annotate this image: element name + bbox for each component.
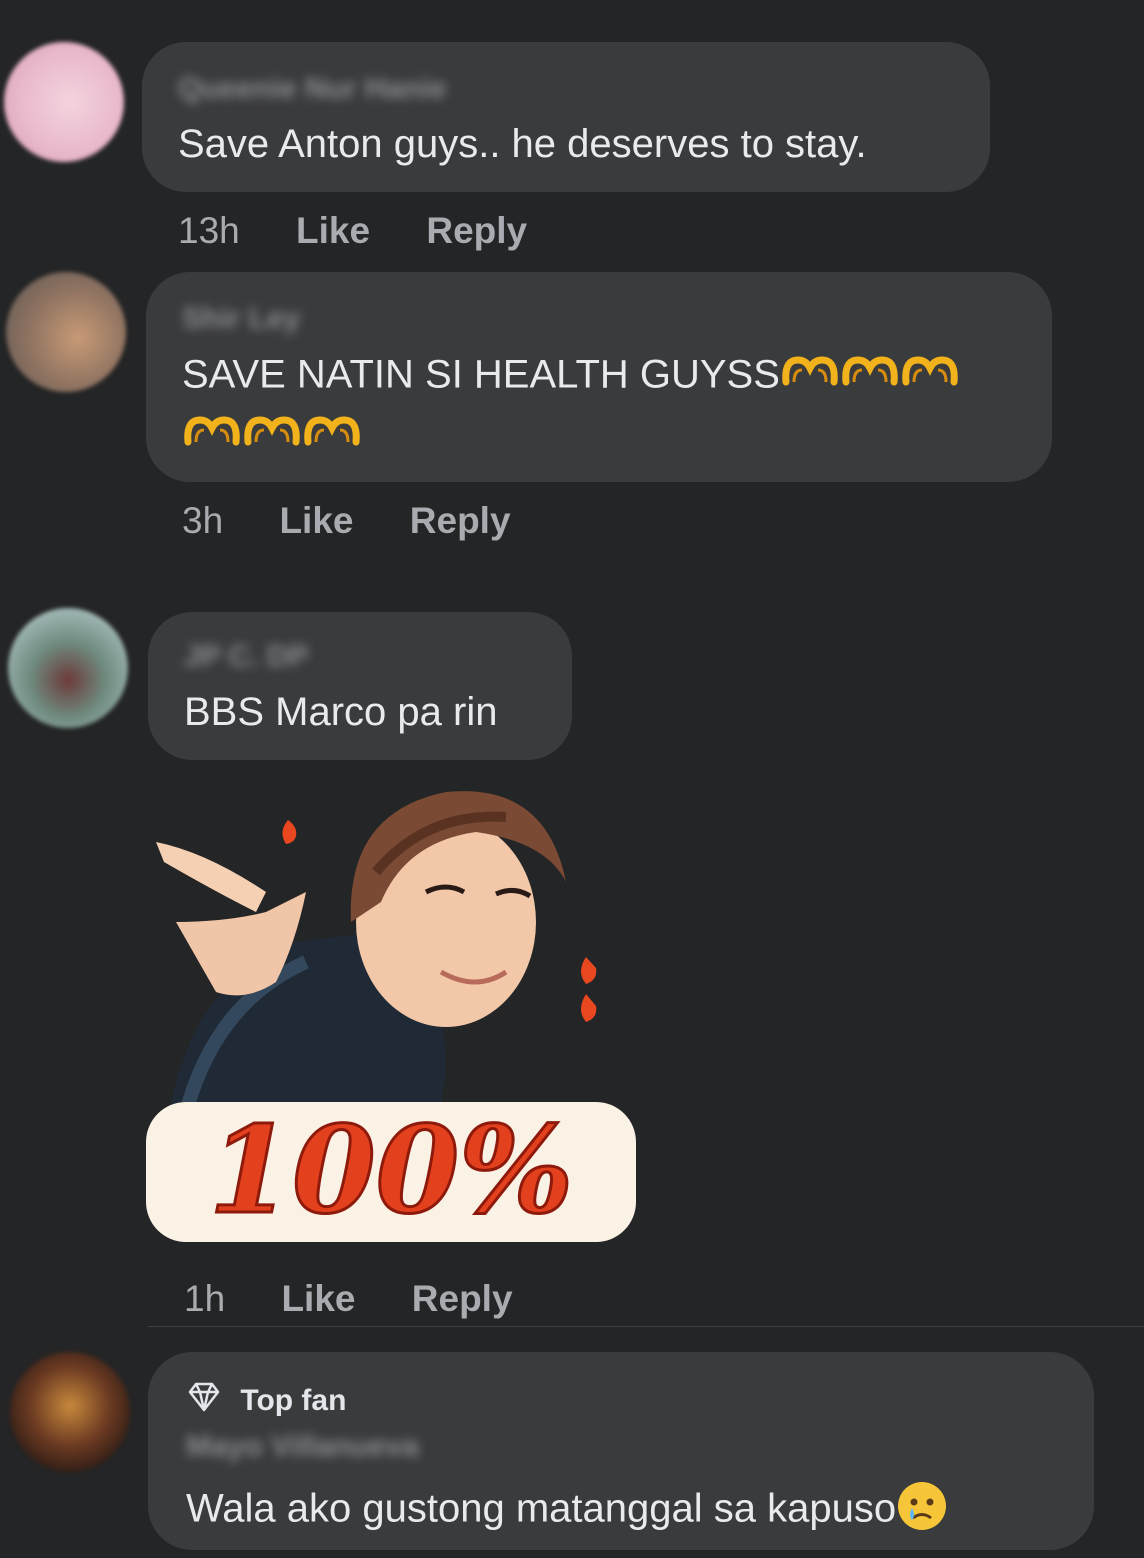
divider	[148, 1326, 1144, 1327]
comment-actions: 1h Like Reply	[184, 1278, 513, 1320]
like-button[interactable]: Like	[296, 210, 370, 251]
crying-face-emoji	[896, 1480, 948, 1542]
reply-button[interactable]: Reply	[426, 210, 527, 251]
sticker-text: 100%	[209, 1100, 574, 1241]
like-button[interactable]: Like	[279, 500, 353, 541]
heart-hands-emoji	[840, 352, 900, 402]
heart-hands-emoji	[242, 412, 302, 462]
top-fan-label: Top fan	[240, 1384, 347, 1417]
comment-actions: 3h Like Reply	[182, 500, 511, 542]
comment-text-emoji-line	[182, 412, 362, 462]
like-button[interactable]: Like	[281, 1278, 355, 1319]
comment-bubble	[148, 612, 572, 760]
heart-hands-emoji	[780, 352, 840, 402]
comment-time: 1h	[184, 1278, 226, 1319]
comment-text-content: Wala ako gustong matanggal sa kapuso	[186, 1486, 897, 1531]
comment-author[interactable]: Shir Ley	[182, 302, 300, 336]
comment-text: SAVE NATIN SI HEALTH GUYSS	[182, 352, 960, 402]
comment-time: 13h	[178, 210, 240, 251]
comment-bubble	[142, 42, 990, 192]
top-fan-badge: Top fan	[186, 1382, 346, 1420]
diamond-icon	[186, 1382, 222, 1420]
avatar[interactable]	[10, 1352, 130, 1472]
comment-text: BBS Marco pa rin	[184, 690, 498, 734]
pointing-character-sticker[interactable]: 100%	[146, 772, 646, 1252]
comment-time: 3h	[182, 500, 224, 541]
heart-hands-emoji	[900, 352, 960, 402]
heart-hands-emoji	[302, 412, 362, 462]
avatar[interactable]	[6, 272, 126, 392]
heart-hands-emoji	[182, 412, 242, 462]
comment-actions: 13h Like Reply	[178, 210, 527, 252]
comment-text-content: SAVE NATIN SI HEALTH GUYSS	[182, 352, 780, 397]
comment-author[interactable]: Queenie Nur Hanie	[178, 72, 446, 106]
comment-text: Wala ako gustong matanggal sa kapuso	[186, 1480, 948, 1542]
avatar[interactable]	[8, 608, 128, 728]
avatar[interactable]	[4, 42, 124, 162]
reply-button[interactable]: Reply	[412, 1278, 513, 1319]
comment-author[interactable]: JP C. DP	[184, 640, 309, 674]
reply-button[interactable]: Reply	[410, 500, 511, 541]
comment-text: Save Anton guys.. he deserves to stay.	[178, 122, 867, 166]
comment-author[interactable]: Mayo Villanueva	[186, 1430, 419, 1464]
